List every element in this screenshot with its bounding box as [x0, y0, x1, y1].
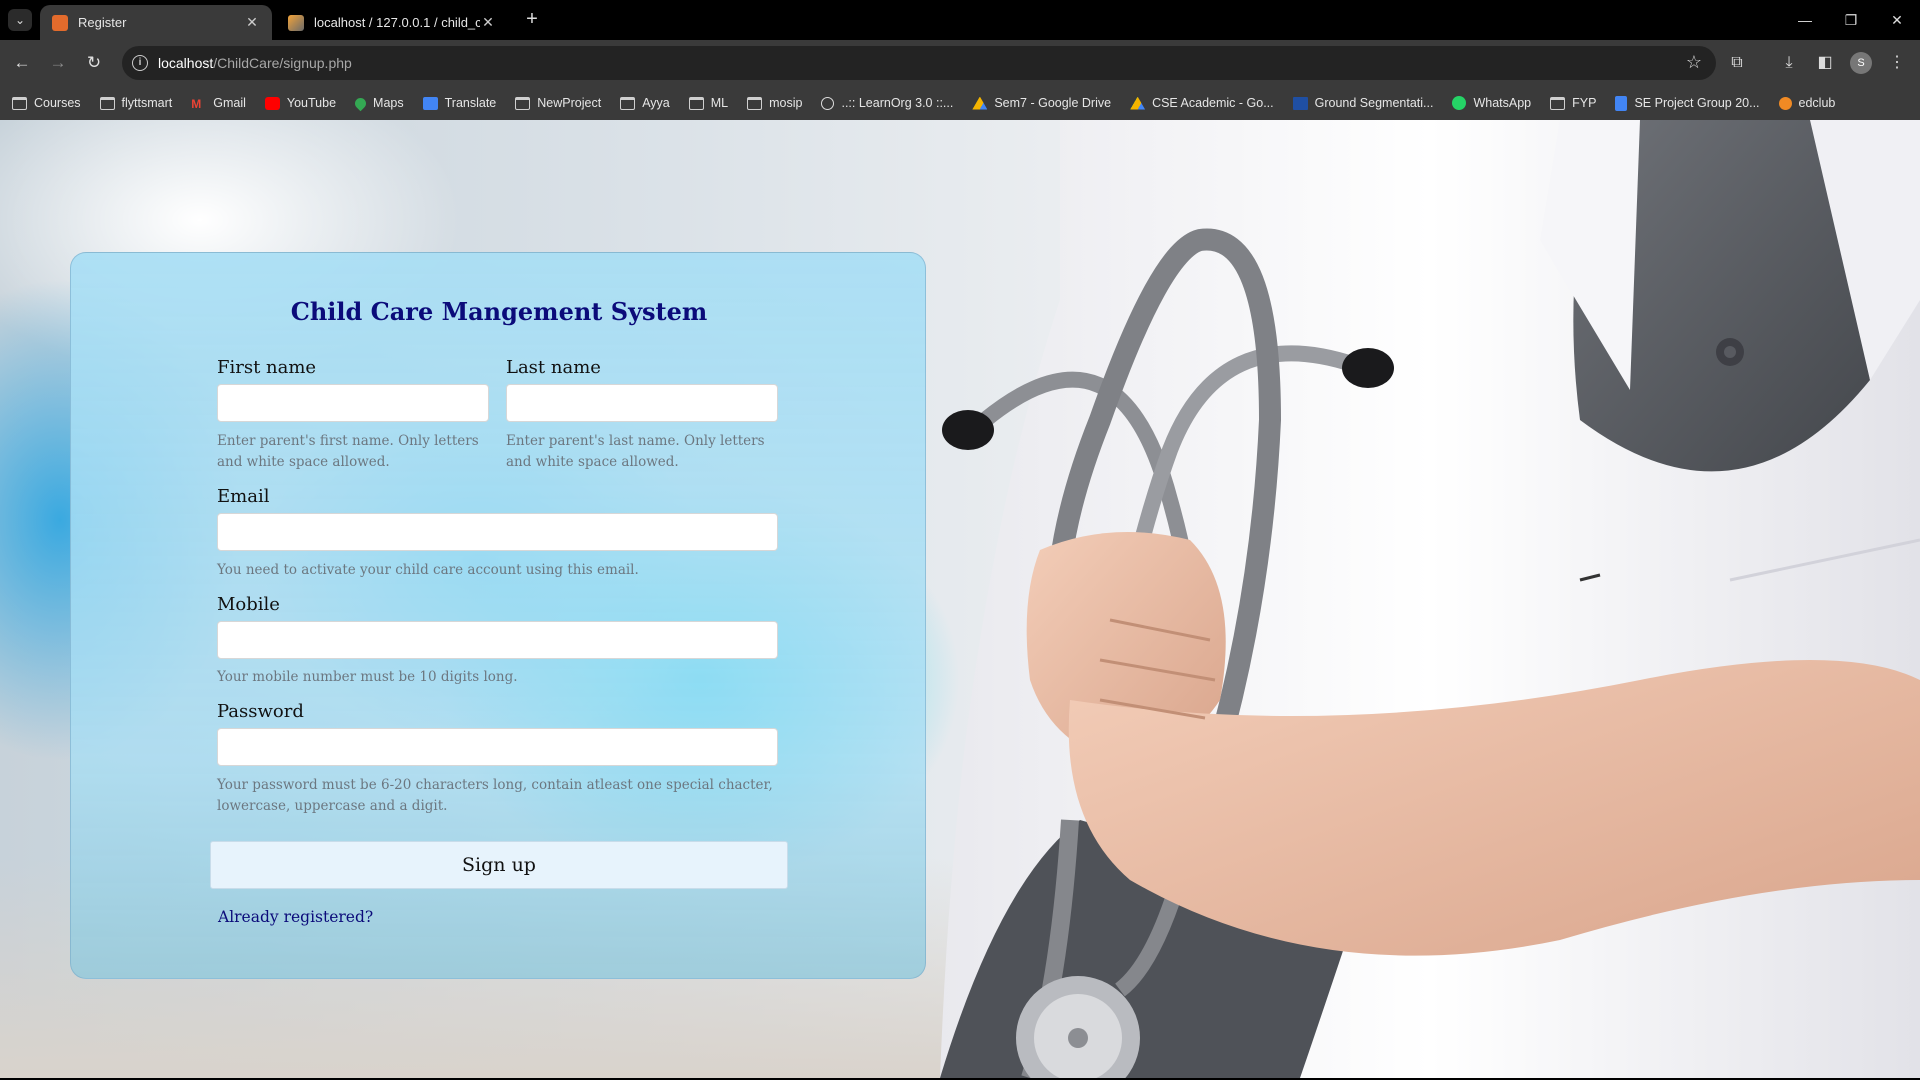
tab-register[interactable]: Register ✕ [40, 5, 272, 40]
bookmark-cse-academic[interactable]: CSE Academic - Go... [1130, 96, 1274, 110]
tab-phpmyadmin[interactable]: localhost / 127.0.0.1 / child_car ✕ [276, 5, 508, 40]
drive-icon [972, 96, 988, 110]
sign-up-button[interactable]: Sign up [210, 841, 788, 889]
email-input[interactable] [217, 513, 778, 551]
mobile-help: Your mobile number must be 10 digits lon… [217, 669, 518, 685]
last-name-label: Last name [506, 357, 601, 378]
folder-icon [620, 96, 636, 110]
bookmark-ayya[interactable]: Ayya [620, 96, 670, 110]
back-button[interactable]: ← [8, 50, 36, 76]
translate-icon [422, 96, 438, 110]
bookmark-star-icon[interactable]: ☆ [1686, 52, 1702, 73]
page-title: Child Care Mangement System [290, 297, 708, 326]
bookmark-ml[interactable]: ML [688, 96, 728, 110]
bookmark-sem7-drive[interactable]: Sem7 - Google Drive [972, 96, 1111, 110]
bookmark-fyp[interactable]: FYP [1550, 96, 1596, 110]
folder-icon [1550, 96, 1566, 110]
browser-toolbar: ← → ↻ i localhost/ChildCare/signup.php ☆… [0, 40, 1920, 86]
gmail-icon: M [191, 96, 202, 111]
close-window-button[interactable]: ✕ [1882, 8, 1912, 32]
reload-button[interactable]: ↻ [80, 50, 108, 76]
address-bar[interactable]: i localhost/ChildCare/signup.php ☆ [122, 46, 1716, 80]
bookmark-learnorg[interactable]: ..:: LearnOrg 3.0 ::... [821, 96, 953, 110]
bookmark-flyttsmart[interactable]: flyttsmart [99, 96, 172, 110]
already-registered-link[interactable]: Already registered? [218, 908, 373, 926]
password-help: Your password must be 6-20 characters lo… [217, 777, 773, 814]
maps-icon [352, 95, 369, 111]
edclub-icon [1778, 96, 1792, 110]
close-icon[interactable]: ✕ [244, 14, 260, 31]
site-info-icon[interactable]: i [132, 55, 148, 71]
bookmark-courses[interactable]: Courses [12, 96, 81, 110]
tab-title: Register [78, 15, 127, 30]
last-name-input[interactable] [506, 384, 778, 422]
first-name-label: First name [217, 357, 317, 378]
drive-icon [1130, 96, 1146, 110]
bookmark-youtube[interactable]: YouTube [264, 96, 336, 110]
whatsapp-icon [1452, 96, 1467, 110]
docs-icon [1615, 95, 1628, 111]
menu-kebab-icon[interactable]: ⋮ [1884, 51, 1910, 75]
first-name-help: Enter parent's first name. Only letters … [217, 433, 479, 470]
youtube-icon [264, 96, 280, 110]
email-label: Email [217, 486, 270, 507]
first-name-input[interactable] [217, 384, 489, 422]
phpmyadmin-icon [288, 14, 304, 31]
password-input[interactable] [217, 728, 778, 766]
folder-icon [12, 96, 27, 110]
side-panel-icon[interactable]: ◧ [1812, 51, 1838, 75]
minimize-button[interactable]: — [1790, 8, 1820, 32]
bookmark-se-project[interactable]: SE Project Group 20... [1615, 95, 1760, 111]
bookmark-ground-segmentation[interactable]: Ground Segmentati... [1292, 96, 1433, 110]
bookmark-translate[interactable]: Translate [422, 96, 496, 110]
download-icon[interactable]: ⤓ [1776, 51, 1802, 75]
bookmark-mosip[interactable]: mosip [747, 96, 802, 110]
password-label: Password [217, 701, 304, 722]
tab-strip: ⌄ Register ✕ localhost / 127.0.0.1 / chi… [0, 0, 1920, 40]
bookmark-edclub[interactable]: edclub [1778, 96, 1835, 110]
globe-icon [821, 96, 835, 110]
bookmarks-bar: Courses flyttsmart M Gmail YouTube Maps T… [0, 86, 1920, 120]
signup-form: Child Care Mangement System First name E… [70, 252, 926, 979]
last-name-help: Enter parent's last name. Only letters a… [506, 433, 765, 470]
close-icon[interactable]: ✕ [480, 14, 496, 31]
email-help: You need to activate your child care acc… [217, 562, 639, 578]
bookmark-newproject[interactable]: NewProject [515, 96, 601, 110]
tab-search-button[interactable]: ⌄ [8, 9, 32, 31]
bookmark-whatsapp[interactable]: WhatsApp [1452, 96, 1531, 110]
restore-button[interactable]: ❐ [1836, 8, 1866, 32]
page-favicon-icon [52, 14, 68, 31]
mobile-input[interactable] [217, 621, 778, 659]
ieee-icon [1292, 96, 1308, 110]
url-text[interactable]: localhost/ChildCare/signup.php [158, 55, 352, 71]
folder-icon [747, 96, 763, 110]
bookmark-gmail[interactable]: M Gmail [191, 96, 246, 111]
folder-icon [99, 96, 115, 110]
page-viewport: Child Care Mangement System First name E… [0, 120, 1920, 1078]
extensions-icon[interactable]: ⧉ [1724, 51, 1750, 75]
bookmark-maps[interactable]: Maps [352, 95, 404, 111]
folder-icon [688, 96, 704, 110]
forward-button[interactable]: → [44, 50, 72, 76]
mobile-label: Mobile [217, 594, 280, 615]
doctor-with-stethoscope-image [940, 120, 1920, 1078]
folder-icon [515, 96, 531, 110]
tab-title: localhost / 127.0.0.1 / child_car [314, 15, 480, 30]
profile-avatar[interactable]: S [1850, 52, 1872, 74]
new-tab-button[interactable]: + [520, 8, 544, 32]
